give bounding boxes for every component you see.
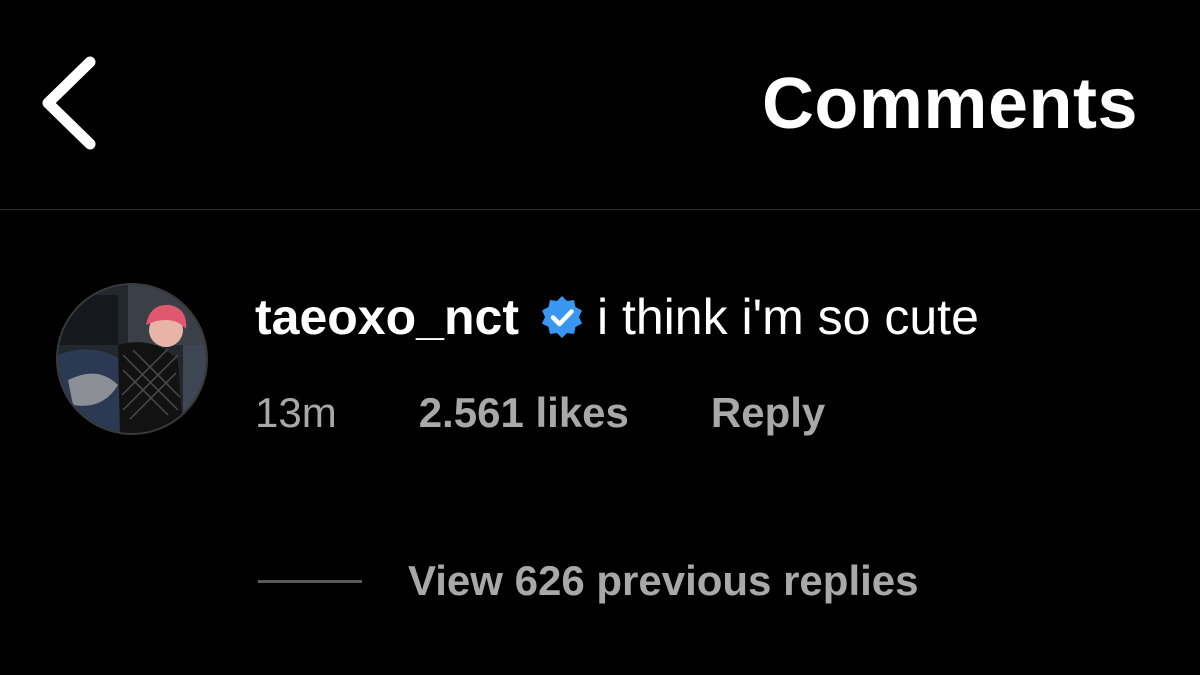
likes-count-link[interactable]: 2.561 likes	[419, 389, 629, 437]
avatar-photo	[58, 285, 206, 433]
comment-timestamp: 13m	[255, 389, 337, 436]
header-bar: Comments	[0, 0, 1200, 210]
replies-divider-line	[258, 579, 362, 583]
username-link[interactable]: taeoxo_nct	[255, 288, 519, 346]
avatar[interactable]	[56, 283, 208, 435]
comment-meta: 13m 2.561 likes Reply	[255, 385, 825, 441]
verified-badge-icon	[539, 294, 585, 340]
back-button[interactable]	[30, 48, 110, 158]
comment-text: i think i'm so cute	[596, 289, 979, 345]
view-replies-label: View 626 previous replies	[408, 557, 919, 604]
view-replies-button[interactable]: View 626 previous replies	[258, 551, 919, 611]
page-title: Comments	[761, 64, 1138, 144]
reply-button[interactable]: Reply	[711, 389, 825, 437]
chevron-left-icon	[42, 56, 96, 150]
comment-line: taeoxo_nct i think i'm so cute	[255, 281, 979, 353]
